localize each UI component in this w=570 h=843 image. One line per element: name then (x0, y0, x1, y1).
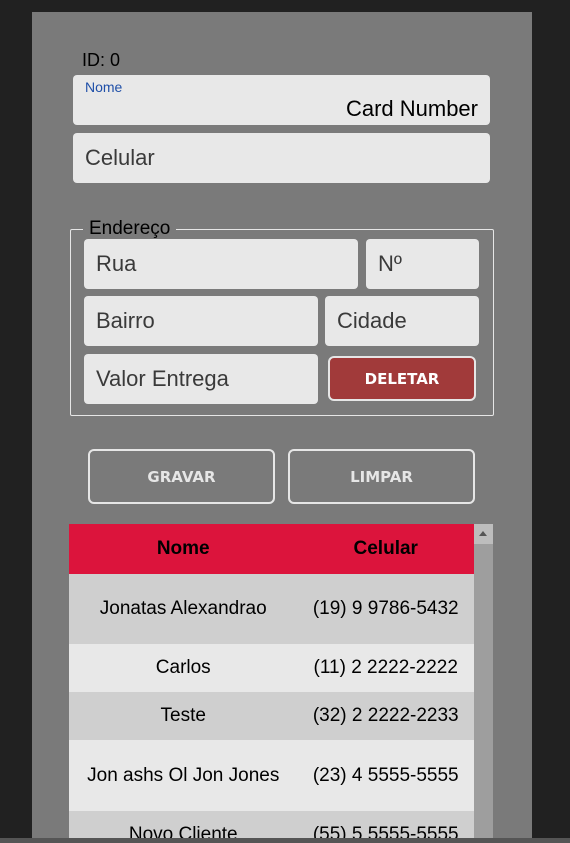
celular-field[interactable]: Celular (73, 133, 490, 183)
cell-celular: (19) 9 9786-5432 (297, 574, 474, 644)
cell-nome: Jonatas Alexandrao (69, 574, 298, 644)
nome-field[interactable]: Nome Card Number (73, 75, 490, 125)
scroll-up-arrow-icon[interactable] (474, 524, 493, 544)
gravar-button[interactable]: GRAVAR (88, 449, 275, 504)
table-row[interactable]: Carlos (11) 2 2222-2222 (69, 644, 474, 692)
cell-nome: Teste (69, 692, 298, 740)
rua-placeholder: Rua (96, 251, 137, 276)
gravar-button-label: GRAVAR (147, 467, 216, 486)
cell-nome: Carlos (69, 644, 298, 692)
column-header-celular[interactable]: Celular (297, 524, 474, 574)
table-row[interactable]: Jon ashs Ol Jon Jones (23) 4 5555-5555 (69, 740, 474, 811)
endereco-legend: Endereço (89, 218, 171, 239)
cell-celular: (23) 4 5555-5555 (297, 740, 474, 811)
numero-field[interactable]: Nº (366, 239, 479, 289)
table-row[interactable]: Teste (32) 2 2222-2233 (69, 692, 474, 740)
bairro-placeholder: Bairro (96, 308, 155, 333)
limpar-button-label: LIMPAR (350, 467, 413, 486)
table-header-row: Nome Celular (69, 524, 474, 574)
cell-celular: (11) 2 2222-2222 (297, 644, 474, 692)
id-label: ID: 0 (82, 50, 121, 70)
cell-nome: Jon ashs Ol Jon Jones (69, 740, 298, 811)
clients-table: Nome Celular Jonatas Alexandrao (19) 9 9… (69, 524, 474, 843)
valor-entrega-field[interactable]: Valor Entrega (84, 354, 318, 404)
limpar-button[interactable]: LIMPAR (288, 449, 475, 504)
nome-field-label: Nome (85, 79, 123, 95)
cell-celular: (32) 2 2222-2233 (297, 692, 474, 740)
form-panel: ID: 0 Nome Card Number Celular Endereço … (32, 12, 532, 843)
cidade-placeholder: Cidade (337, 308, 407, 333)
deletar-button-label: DELETAR (364, 369, 440, 388)
celular-placeholder: Celular (85, 145, 155, 170)
table-row[interactable]: Jonatas Alexandrao (19) 9 9786-5432 (69, 574, 474, 644)
numero-placeholder: Nº (378, 251, 402, 276)
bairro-field[interactable]: Bairro (84, 296, 318, 346)
table-scrollbar[interactable] (474, 524, 493, 843)
valor-entrega-placeholder: Valor Entrega (96, 366, 229, 391)
cidade-field[interactable]: Cidade (325, 296, 479, 346)
rua-field[interactable]: Rua (84, 239, 358, 289)
clients-table-container[interactable]: Nome Celular Jonatas Alexandrao (19) 9 9… (69, 524, 493, 843)
column-header-nome[interactable]: Nome (69, 524, 298, 574)
bottom-edge (0, 838, 570, 843)
nome-field-value: Card Number (345, 96, 478, 121)
deletar-button[interactable]: DELETAR (328, 356, 476, 401)
